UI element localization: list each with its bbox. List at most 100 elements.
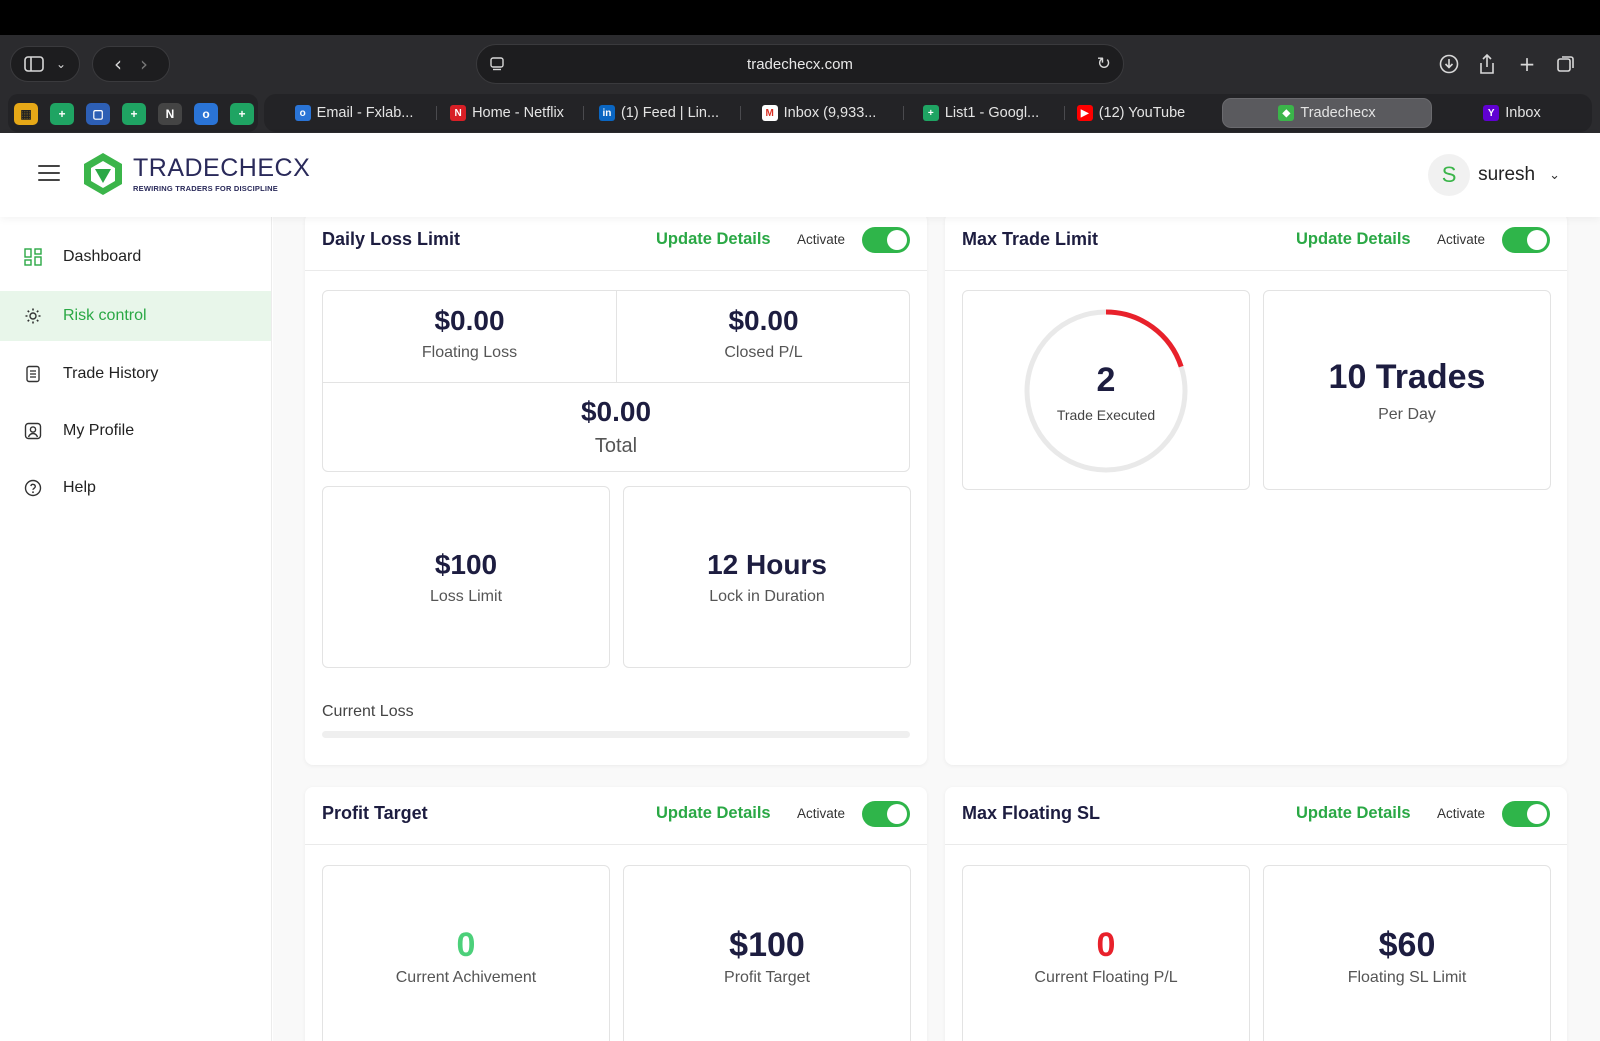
sidebar: Dashboard Risk control Trade History My … <box>0 217 272 1041</box>
update-details-button[interactable]: Update Details <box>656 804 771 823</box>
floating-sl-limit-value: $60 <box>1378 926 1436 964</box>
sidebar-item-risk-control[interactable]: Risk control <box>0 291 271 341</box>
reload-icon[interactable]: ↻ <box>1097 54 1111 74</box>
tradechecx-logo <box>84 153 122 195</box>
address-bar[interactable]: tradechecx.com ↻ <box>476 44 1124 84</box>
card-title: Daily Loss Limit <box>322 229 461 249</box>
profile-icon <box>24 422 42 440</box>
floating-loss-value: $0.00 <box>434 305 505 336</box>
sidebar-item-label: Dashboard <box>63 248 142 265</box>
new-tab-icon[interactable]: + <box>1512 49 1542 79</box>
card-header: Max Floating SL Update Details Activate <box>945 787 1567 845</box>
screen-top-bar <box>0 0 1600 35</box>
sidebar-item-label: Trade History <box>63 365 159 382</box>
sidebar-item-label: Help <box>63 479 96 496</box>
card-title: Profit Target <box>322 803 428 823</box>
linkedin-icon: in <box>598 105 615 121</box>
loss-limit-value: $100 <box>434 549 498 580</box>
back-icon[interactable]: ‹ <box>114 52 122 76</box>
tab-tradechecx[interactable]: ◆ Tradechecx <box>1222 98 1432 128</box>
sheets-icon[interactable]: + <box>230 103 254 125</box>
tab-label: (12) YouTube <box>1098 105 1186 121</box>
sidebar-item-label: My Profile <box>63 422 135 439</box>
outlook-icon[interactable]: o <box>194 103 218 125</box>
profit-target-label: Profit Target <box>724 969 810 986</box>
chevron-down-icon: ⌄ <box>55 57 67 71</box>
app-header: TRADECHECX REWIRING TRADERS FOR DISCIPLI… <box>0 133 1600 217</box>
tab-gmail[interactable]: M Inbox (9,933... <box>743 98 895 128</box>
tab-divider <box>903 106 904 120</box>
pinned-tab-icon[interactable]: ▦ <box>14 103 38 125</box>
sheets-icon[interactable]: + <box>50 103 74 125</box>
forward-icon[interactable]: › <box>140 52 148 76</box>
tab-yahoo-inbox[interactable]: Y Inbox <box>1442 98 1582 128</box>
sheets-icon[interactable]: + <box>122 103 146 125</box>
activate-label: Activate <box>797 232 846 247</box>
tab-linkedin[interactable]: in (1) Feed | Lin... <box>586 98 732 128</box>
user-menu[interactable]: S suresh ⌄ <box>1428 154 1560 196</box>
sidebar-item-help[interactable]: Help <box>0 463 271 513</box>
card-title: Max Trade Limit <box>962 229 1099 249</box>
tab-bar: ▦ + ▢ + N o + o Email - Fxlab... N Home - … <box>0 93 1600 133</box>
tab-divider <box>583 106 584 120</box>
floating-sl-limit-label: Floating SL Limit <box>1347 969 1467 986</box>
sidebar-item-trade-history[interactable]: Trade History <box>0 349 271 399</box>
current-achievement-value: 0 <box>456 926 476 964</box>
lock-duration-box: 12 Hours Lock in Duration <box>623 486 911 668</box>
brand-name: TRADECHECX <box>133 154 311 182</box>
tab-label: (1) Feed | Lin... <box>620 105 720 121</box>
tab-youtube[interactable]: ▶ (12) YouTube <box>1067 98 1195 128</box>
share-icon[interactable] <box>1472 49 1502 79</box>
activate-toggle[interactable] <box>862 227 910 253</box>
trades-executed-value: 2 <box>1096 361 1116 399</box>
page-settings-icon[interactable] <box>489 56 505 72</box>
daily-loss-limit-card: Daily Loss Limit Update Details Activate… <box>305 217 927 765</box>
floating-sl-limit-box: $60 Floating SL Limit <box>1263 865 1551 1041</box>
tab-google-sheets[interactable]: + List1 - Googl... <box>906 98 1056 128</box>
update-details-button[interactable]: Update Details <box>1296 804 1411 823</box>
current-floating-pl-value: 0 <box>1096 926 1116 964</box>
youtube-icon: ▶ <box>1076 105 1093 121</box>
total-label: Total <box>594 435 638 457</box>
card-title: Max Floating SL <box>962 803 1101 823</box>
brand: TRADECHECX REWIRING TRADERS FOR DISCIPLI… <box>133 154 310 193</box>
downloads-icon[interactable] <box>1434 49 1464 79</box>
loss-limit-label: Loss Limit <box>429 588 503 605</box>
menu-icon[interactable] <box>38 165 60 183</box>
trades-limit-label: Per Day <box>1378 406 1436 423</box>
tab-email[interactable]: o Email - Fxlab... <box>280 98 428 128</box>
pinned-app-icon[interactable]: ▢ <box>86 103 110 125</box>
update-details-button[interactable]: Update Details <box>1296 230 1411 249</box>
card-header: Max Trade Limit Update Details Activate <box>945 217 1567 271</box>
activate-toggle[interactable] <box>1502 801 1550 827</box>
profit-target-value: $100 <box>729 926 805 964</box>
sidebar-item-my-profile[interactable]: My Profile <box>0 406 271 456</box>
tab-divider <box>740 106 741 120</box>
tab-divider <box>436 106 437 120</box>
tab-overview-icon[interactable] <box>1551 49 1581 79</box>
sidebar-item-dashboard[interactable]: Dashboard <box>0 232 271 282</box>
profit-target-box: $100 Profit Target <box>623 865 911 1041</box>
tab-label: Inbox <box>1505 105 1541 121</box>
help-icon <box>24 479 42 497</box>
closed-pl-label: Closed P/L <box>724 344 803 361</box>
netflix-icon: N <box>450 105 467 121</box>
activate-toggle[interactable] <box>1502 227 1550 253</box>
profit-target-card: Profit Target Update Details Activate 0 … <box>305 787 927 1041</box>
tab-label: Home - Netflix <box>472 105 564 121</box>
total-value: $0.00 <box>580 396 652 427</box>
update-details-button[interactable]: Update Details <box>656 230 771 249</box>
tab-divider <box>1064 106 1065 120</box>
activate-toggle[interactable] <box>862 801 910 827</box>
sidebar-item-label: Risk control <box>63 307 147 324</box>
yahoo-icon: Y <box>1483 105 1500 121</box>
lock-duration-label: Lock in Duration <box>709 588 825 605</box>
notion-icon[interactable]: N <box>158 103 182 125</box>
sidebar-toggle-button[interactable]: ⌄ <box>10 46 80 82</box>
brand-tagline: REWIRING TRADERS FOR DISCIPLINE <box>133 184 278 193</box>
tradechecx-icon: ◆ <box>1278 105 1295 121</box>
tab-netflix[interactable]: N Home - Netflix <box>439 98 575 128</box>
current-floating-pl-label: Current Floating P/L <box>1034 969 1178 986</box>
main-content: Daily Loss Limit Update Details Activate… <box>273 217 1600 1041</box>
card-header: Profit Target Update Details Activate <box>305 787 927 845</box>
